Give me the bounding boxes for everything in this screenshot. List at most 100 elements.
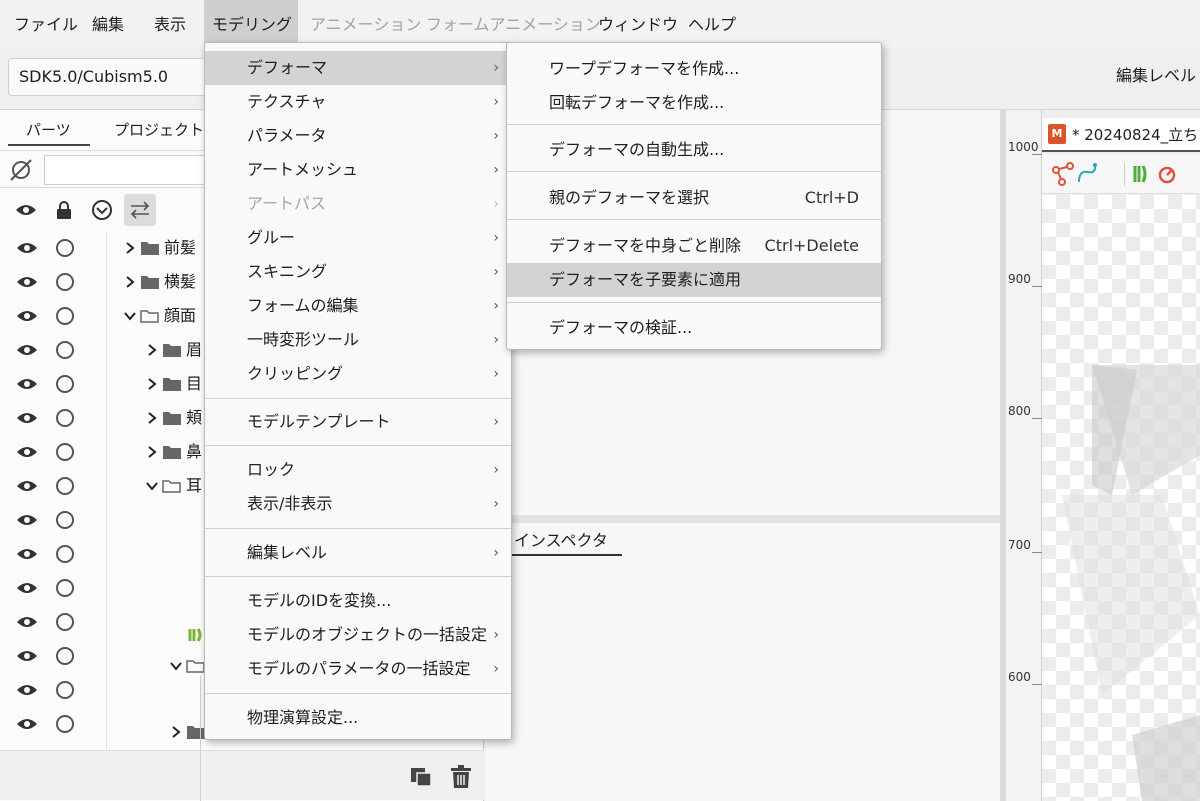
menu-item-clipping[interactable]: クリッピング › <box>205 357 511 391</box>
tree-item-label[interactable]: 目 <box>186 374 202 394</box>
lock-toggle-circle[interactable] <box>56 647 74 665</box>
chevron-right-icon[interactable] <box>170 726 182 738</box>
eye-icon[interactable] <box>16 717 38 731</box>
menu-item-show-hide[interactable]: 表示/非表示 › <box>205 487 511 521</box>
menu-item-skinning[interactable]: スキニング › <box>205 255 511 289</box>
warp-deformer-icon[interactable] <box>1132 164 1154 184</box>
eye-icon[interactable] <box>16 411 38 425</box>
eye-icon[interactable] <box>16 445 38 459</box>
menu-item-artmesh[interactable]: アートメッシュ › <box>205 153 511 187</box>
eye-icon[interactable] <box>16 309 38 323</box>
submenu-verify-deformer[interactable]: デフォーマの検証... <box>507 311 881 345</box>
panel-splitter[interactable] <box>485 515 1000 523</box>
eye-icon[interactable] <box>16 649 38 663</box>
tab-parts[interactable]: パーツ <box>26 120 71 140</box>
tree-item-label[interactable]: 耳 <box>186 476 202 496</box>
menu-item-batch-object-settings[interactable]: モデルのオブジェクトの一括設定 › <box>205 618 511 652</box>
submenu-create-warp-deformer[interactable]: ワープデフォーマを作成... <box>507 52 881 86</box>
submenu-delete-deformer-with-contents[interactable]: デフォーマを中身ごと削除 Ctrl+Delete <box>507 229 881 263</box>
chevron-right-icon[interactable] <box>146 378 158 390</box>
sdk-version-select[interactable]: SDK5.0/Cubism5.0 <box>8 58 213 96</box>
chevron-right-icon[interactable] <box>146 446 158 458</box>
model-canvas[interactable] <box>1042 195 1200 801</box>
lock-toggle-circle[interactable] <box>56 511 74 529</box>
menu-view[interactable]: 表示 <box>146 0 194 48</box>
menu-item-batch-parameter-settings[interactable]: モデルのパラメータの一括設定 › <box>205 652 511 686</box>
lock-icon[interactable] <box>48 194 80 226</box>
submenu-select-parent-deformer[interactable]: 親のデフォーマを選択 Ctrl+D <box>507 181 881 215</box>
menu-item-physics-settings[interactable]: 物理演算設定... <box>205 701 511 735</box>
lock-toggle-circle[interactable] <box>56 715 74 733</box>
lock-toggle-circle[interactable] <box>56 579 74 597</box>
duplicate-icon[interactable] <box>410 767 432 787</box>
eye-icon[interactable] <box>16 479 38 493</box>
lock-toggle-circle[interactable] <box>56 409 74 427</box>
trash-icon[interactable] <box>450 765 472 789</box>
lock-toggle-circle[interactable] <box>56 375 74 393</box>
eye-icon[interactable] <box>16 683 38 697</box>
menu-file[interactable]: ファイル <box>6 0 86 48</box>
swap-icon[interactable] <box>124 194 156 226</box>
lock-toggle-circle[interactable] <box>56 477 74 495</box>
tree-item-label[interactable]: 鼻 <box>186 442 202 462</box>
menu-item-temp-transform[interactable]: 一時変形ツール › <box>205 323 511 357</box>
submenu-create-rotation-deformer[interactable]: 回転デフォーマを作成... <box>507 86 881 120</box>
chevron-right-icon[interactable] <box>146 412 158 424</box>
menu-form-animation[interactable]: フォームアニメーション <box>418 0 609 48</box>
eye-icon[interactable] <box>16 343 38 357</box>
menu-item-texture[interactable]: テクスチャ › <box>205 85 511 119</box>
eye-icon[interactable] <box>16 581 38 595</box>
menu-item-form-edit[interactable]: フォームの編集 › <box>205 289 511 323</box>
chevron-right-icon[interactable] <box>146 344 158 356</box>
tree-item-label[interactable]: 横髪 <box>164 272 196 292</box>
tab-inspector[interactable]: インスペクタ <box>514 530 608 552</box>
chevron-down-icon[interactable] <box>124 310 136 322</box>
tree-item-label[interactable]: 頬 <box>186 408 202 428</box>
eye-icon[interactable] <box>16 547 38 561</box>
tree-item-label[interactable]: 顔面 <box>164 306 196 326</box>
lock-toggle-circle[interactable] <box>56 613 74 631</box>
lock-toggle-circle[interactable] <box>56 341 74 359</box>
menu-window[interactable]: ウィンドウ <box>590 0 686 48</box>
menu-animation[interactable]: アニメーション <box>302 0 429 48</box>
menu-item-deformer[interactable]: デフォーマ › <box>205 51 511 85</box>
eye-icon[interactable] <box>10 194 42 226</box>
menu-item-lock[interactable]: ロック › <box>205 453 511 487</box>
deformer-path-icon[interactable] <box>1052 162 1074 186</box>
menu-item-convert-model-id[interactable]: モデルのIDを変換... <box>205 584 511 618</box>
eye-icon[interactable] <box>16 241 38 255</box>
chevron-right-icon[interactable] <box>124 242 136 254</box>
menu-item-edit-level[interactable]: 編集レベル › <box>205 536 511 570</box>
eye-icon[interactable] <box>16 513 38 527</box>
lock-toggle-circle[interactable] <box>56 307 74 325</box>
lock-toggle-circle[interactable] <box>56 443 74 461</box>
curve-tool-icon[interactable] <box>1076 162 1098 186</box>
eye-icon[interactable] <box>16 377 38 391</box>
menu-item-glue[interactable]: グルー › <box>205 221 511 255</box>
lock-toggle-circle[interactable] <box>56 239 74 257</box>
tree-item-label[interactable]: 前髪 <box>164 238 196 258</box>
menu-item-parameter[interactable]: パラメータ › <box>205 119 511 153</box>
tree-item-label[interactable]: 眉 <box>186 340 202 360</box>
submenu-auto-generate-deformer[interactable]: デフォーマの自動生成... <box>507 133 881 167</box>
chevron-down-icon[interactable] <box>170 660 182 672</box>
menu-item-model-template[interactable]: モデルテンプレート › <box>205 405 511 439</box>
menu-modeling[interactable]: モデリング <box>204 0 298 48</box>
lock-toggle-circle[interactable] <box>56 681 74 699</box>
rotation-deformer-icon[interactable] <box>1156 162 1178 186</box>
chevron-right-icon[interactable] <box>124 276 136 288</box>
submenu-apply-deformer-to-children[interactable]: デフォーマを子要素に適用 <box>507 263 881 297</box>
eye-icon[interactable] <box>16 275 38 289</box>
eye-icon[interactable] <box>16 615 38 629</box>
chevron-circle-icon[interactable] <box>86 194 118 226</box>
tab-project[interactable]: プロジェクト <box>114 120 204 140</box>
document-tab[interactable]: M * 20240824_立ち <box>1042 118 1200 152</box>
menu-edit[interactable]: 編集 <box>84 0 132 48</box>
shortcut-label: Ctrl+Delete <box>764 236 859 255</box>
menu-help[interactable]: ヘルプ <box>680 0 744 48</box>
lock-toggle-circle[interactable] <box>56 273 74 291</box>
menu-item-artpath[interactable]: アートパス › <box>205 187 511 221</box>
chevron-down-icon[interactable] <box>146 480 158 492</box>
filter-off-icon[interactable] <box>8 158 34 182</box>
lock-toggle-circle[interactable] <box>56 545 74 563</box>
